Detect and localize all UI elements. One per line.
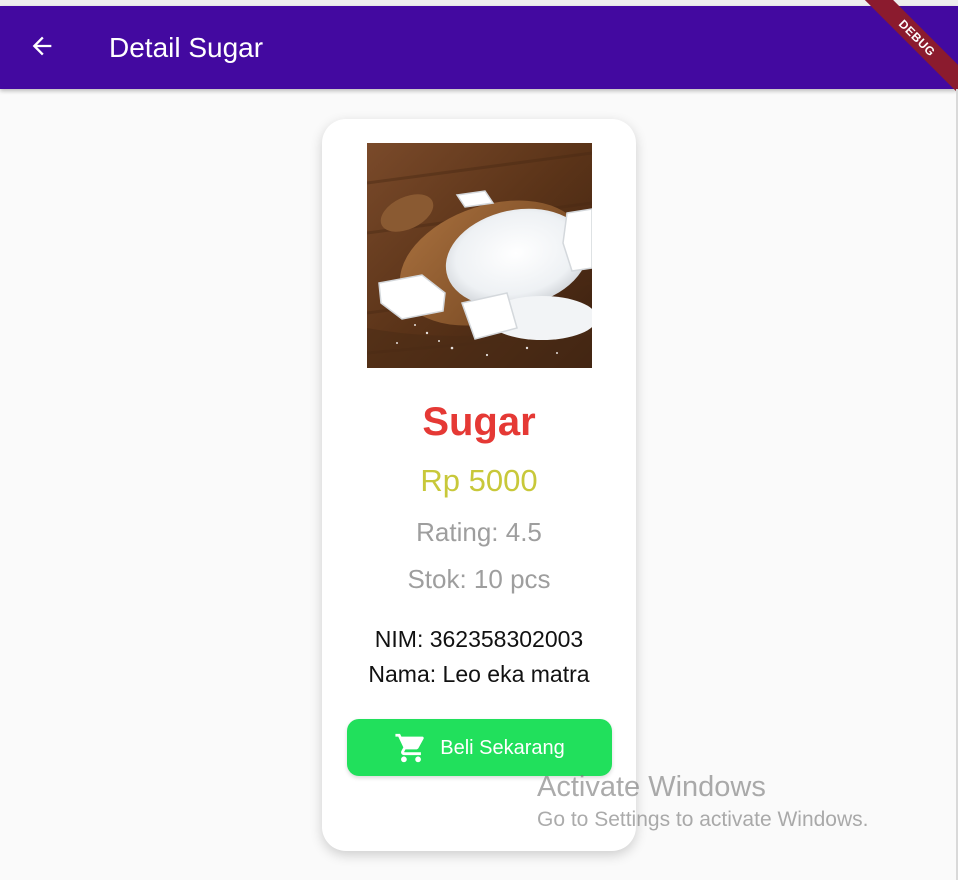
- arrow-back-icon: [28, 32, 56, 65]
- product-image: [367, 143, 592, 368]
- product-card: Sugar Rp 5000 Rating: 4.5 Stok: 10 pcs N…: [322, 119, 636, 851]
- app-window: Detail Sugar DEBUG Sugar Rp 5000 Rating:…: [0, 0, 958, 880]
- product-name: Sugar: [422, 400, 536, 444]
- product-stock: Stok: 10 pcs: [407, 564, 551, 594]
- product-rating: Rating: 4.5: [416, 517, 542, 547]
- shopping-cart-icon: [394, 731, 428, 765]
- student-nim: NIM: 362358302003: [374, 626, 584, 652]
- student-name: Nama: Leo eka matra: [368, 661, 590, 687]
- back-button[interactable]: [20, 26, 64, 70]
- buy-now-label: Beli Sekarang: [440, 736, 565, 759]
- product-price: Rp 5000: [420, 463, 538, 498]
- buy-now-button[interactable]: Beli Sekarang: [347, 719, 612, 776]
- page-title: Detail Sugar: [109, 32, 264, 63]
- debug-banner: DEBUG: [856, 0, 958, 99]
- app-bar: Detail Sugar DEBUG: [0, 0, 958, 99]
